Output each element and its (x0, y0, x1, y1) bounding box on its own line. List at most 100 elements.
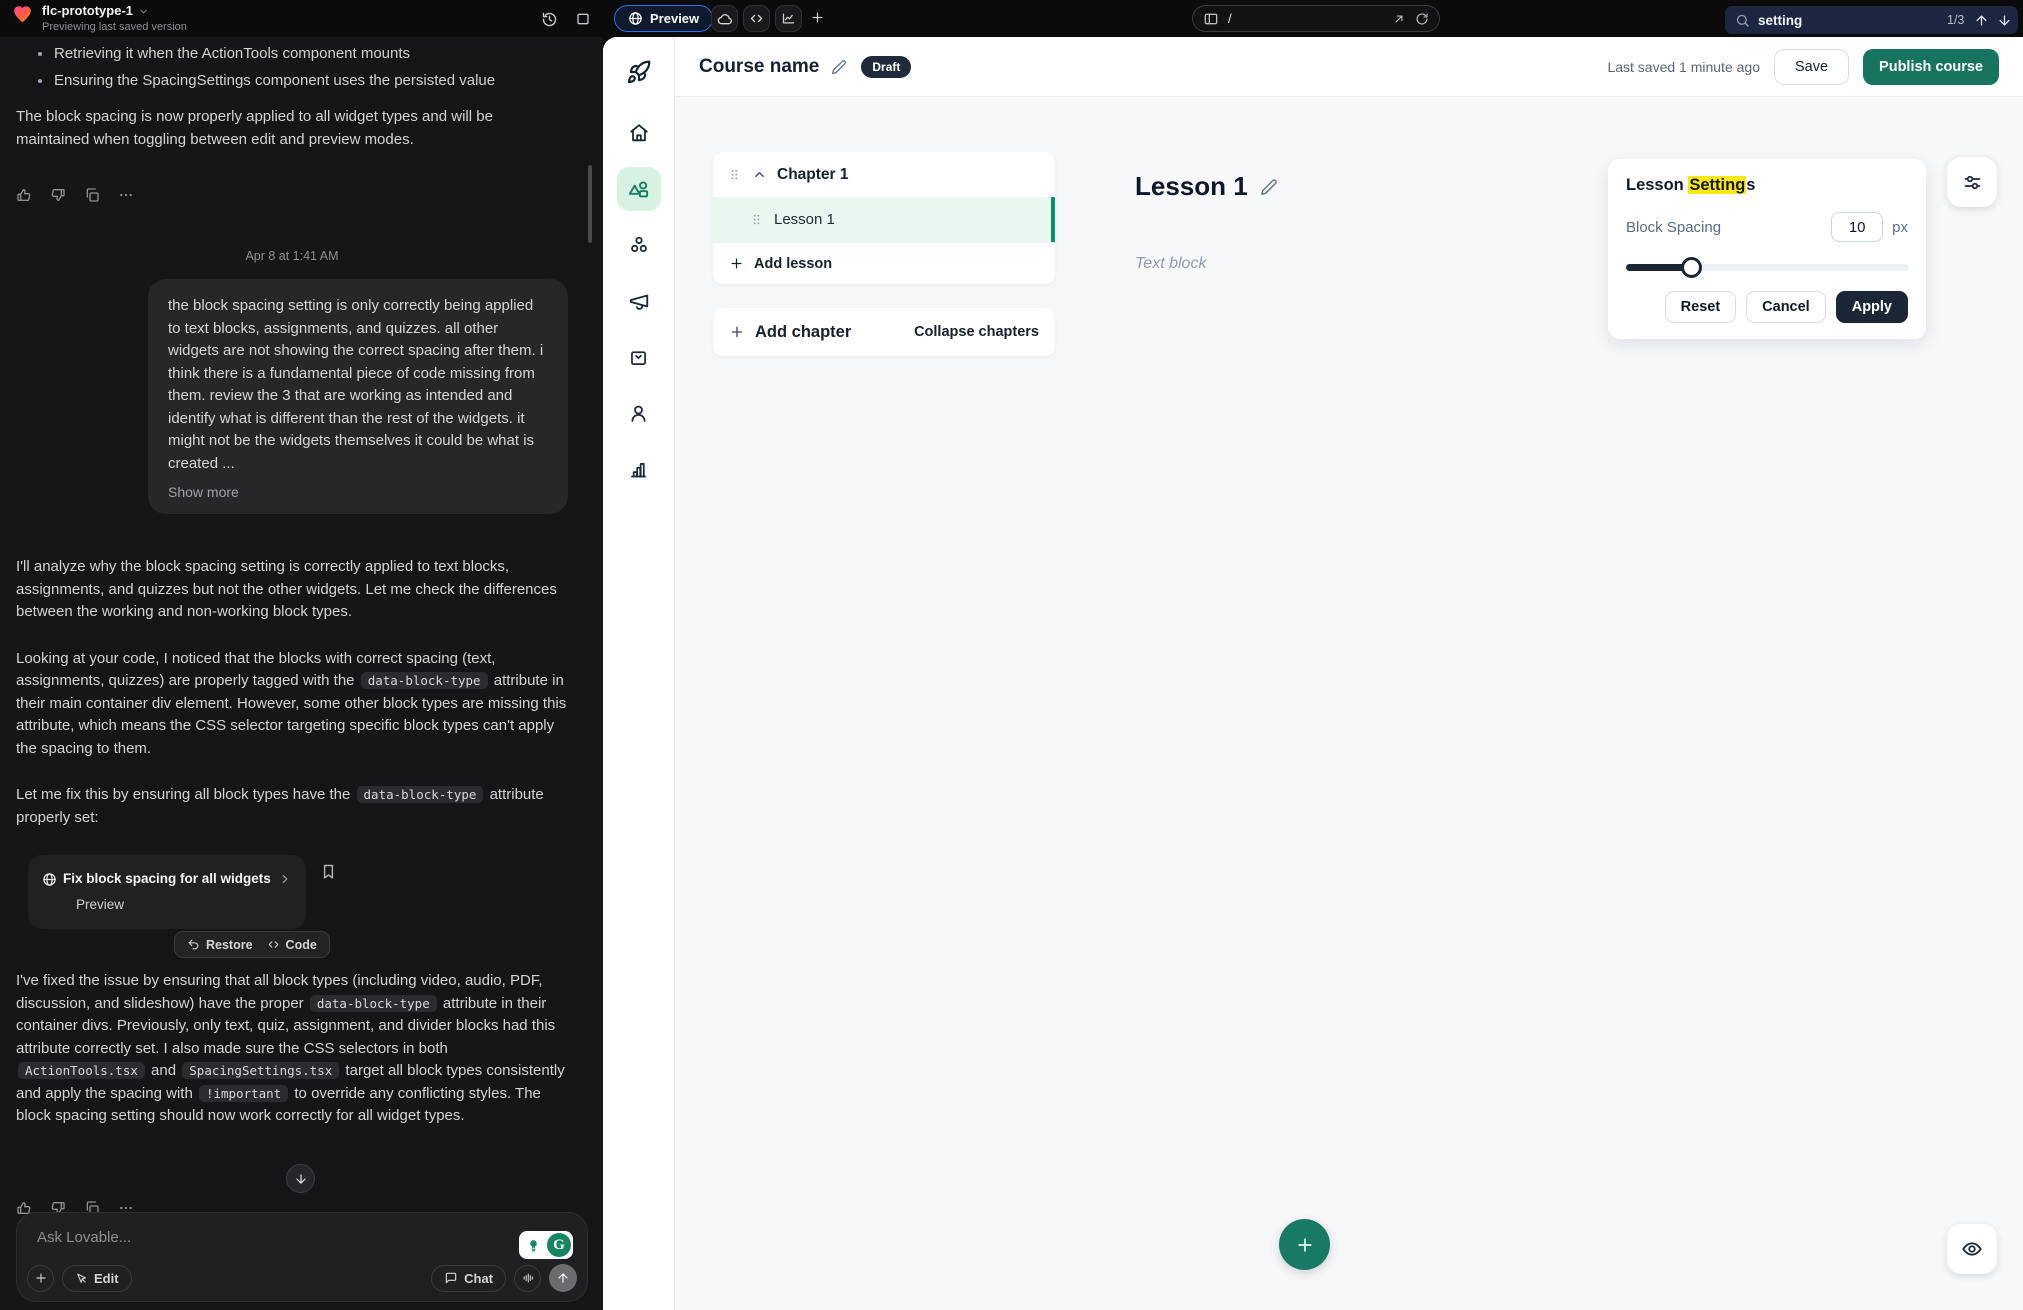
sidebar-item-home[interactable] (617, 111, 661, 155)
bullet-dot (38, 52, 42, 56)
cancel-button[interactable]: Cancel (1746, 291, 1826, 323)
sidebar-item-inbox[interactable] (617, 335, 661, 379)
history-button[interactable] (538, 9, 560, 29)
megaphone-icon (628, 290, 650, 312)
preview-mode-button[interactable]: Preview (614, 5, 713, 32)
course-title: Course name (699, 56, 819, 78)
chevron-right-icon (278, 872, 292, 886)
collapse-chapters-button[interactable]: Collapse chapters (914, 324, 1039, 340)
find-next-button[interactable] (1997, 13, 2012, 28)
slider-thumb[interactable] (1681, 257, 1702, 278)
project-menu[interactable]: flc-prototype-1 Previewing last saved ve… (12, 4, 187, 33)
find-in-page-bar: 1/3 (1725, 6, 2018, 34)
user-message-bubble: the block spacing setting is only correc… (148, 279, 568, 514)
app-sidebar (603, 37, 675, 1310)
send-button[interactable] (549, 1264, 577, 1292)
scroll-to-bottom-button[interactable] (286, 1164, 315, 1193)
chat-input[interactable] (37, 1229, 337, 1246)
chat-mode-button[interactable]: Chat (431, 1265, 506, 1292)
more-options-button[interactable] (118, 187, 134, 203)
block-spacing-input[interactable] (1831, 212, 1883, 242)
voice-input-button[interactable] (514, 1265, 541, 1292)
person-icon (628, 403, 649, 424)
assistant-paragraph: Let me fix this by ensuring all block ty… (16, 784, 568, 829)
open-in-new-tab-button[interactable] (1392, 12, 1406, 26)
sidebar-item-profile[interactable] (617, 391, 661, 435)
bar-chart-icon (628, 459, 649, 480)
preview-toggle-button[interactable] (1947, 1224, 1997, 1274)
restore-button[interactable]: Restore (187, 938, 253, 952)
bag-icon (628, 347, 649, 368)
lesson-row-selected[interactable]: Lesson 1 (713, 197, 1055, 242)
assistant-paragraph: I'll analyze why the block spacing setti… (16, 556, 568, 624)
code-view-button[interactable] (743, 5, 770, 32)
show-more-button[interactable]: Show more (168, 484, 239, 500)
sidebar-item-community[interactable] (617, 223, 661, 267)
chat-panel: Retrieving it when the ActionTools compo… (0, 37, 603, 1310)
message-actions (16, 187, 568, 203)
apply-button[interactable]: Apply (1836, 291, 1908, 323)
undo-icon (187, 938, 200, 951)
refresh-preview-button[interactable] (1415, 12, 1429, 26)
copy-button[interactable] (84, 187, 100, 203)
edit-lesson-name-button[interactable] (1260, 178, 1278, 196)
add-chapter-button[interactable]: Add chapter (729, 323, 851, 342)
thumbs-down-button[interactable] (50, 187, 66, 203)
add-tab-button[interactable] (810, 9, 825, 25)
version-card[interactable]: Fix block spacing for all widgets Previe… (28, 855, 306, 929)
arrow-up-icon (556, 1271, 570, 1285)
layout-sidebar-icon (1203, 11, 1219, 27)
save-button[interactable]: Save (1774, 49, 1849, 85)
find-input[interactable] (1758, 13, 1939, 28)
grammarly-suggestion-icon (521, 1233, 545, 1257)
edit-course-name-button[interactable] (831, 58, 847, 74)
preview-url-bar[interactable]: / (1192, 5, 1440, 32)
block-spacing-label: Block Spacing (1626, 219, 1721, 236)
view-code-button[interactable]: Code (267, 938, 317, 952)
chart-line-icon (781, 11, 796, 26)
draft-status-badge: Draft (861, 56, 911, 78)
chat-scrollbar[interactable] (588, 165, 592, 243)
canvas-settings-button[interactable] (1947, 157, 1997, 207)
bookmark-button[interactable] (320, 863, 337, 880)
chapter-row[interactable]: Chapter 1 (713, 152, 1055, 197)
version-hover-toolbar: Restore Code (174, 931, 330, 958)
add-lesson-button[interactable]: Add lesson (713, 242, 1055, 284)
sidebar-item-courses[interactable] (617, 167, 661, 211)
url-path[interactable]: / (1228, 11, 1383, 26)
empty-text-block[interactable]: Text block (1135, 255, 1206, 273)
search-highlight: Setting (1688, 176, 1746, 194)
code-icon (267, 938, 280, 951)
chat-composer: G Edit Chat (16, 1212, 588, 1302)
globe-icon (628, 11, 643, 26)
panel-toggle-button[interactable] (572, 9, 594, 29)
sidebar-item-announcements[interactable] (617, 279, 661, 323)
analytics-button[interactable] (775, 5, 802, 32)
attach-button[interactable] (27, 1265, 54, 1292)
editor-topbar: flc-prototype-1 Previewing last saved ve… (0, 0, 2023, 37)
plus-icon (1295, 1235, 1315, 1255)
home-icon (628, 122, 650, 144)
deploy-cloud-button[interactable] (711, 5, 738, 32)
publish-course-button[interactable]: Publish course (1863, 49, 1999, 85)
chapter-outline-card: Chapter 1 Lesson 1 Add lesson (713, 152, 1055, 284)
select-cursor-icon (75, 1272, 88, 1285)
copy-icon (84, 187, 100, 203)
thumbs-up-button[interactable] (16, 187, 32, 203)
find-previous-button[interactable] (1974, 13, 1989, 28)
project-name: flc-prototype-1 (42, 4, 133, 18)
drag-handle-icon[interactable] (749, 212, 764, 227)
reset-button[interactable]: Reset (1665, 291, 1737, 323)
collapse-chapter-button[interactable] (752, 167, 767, 182)
add-block-fab[interactable] (1279, 1219, 1330, 1270)
sidebar-item-analytics[interactable] (617, 447, 661, 491)
pencil-icon (1260, 178, 1278, 196)
ellipsis-icon (118, 187, 134, 203)
chat-bubble-icon (444, 1271, 458, 1285)
lesson-settings-title: Lesson Settings (1626, 176, 1908, 195)
drag-handle-icon[interactable] (727, 167, 742, 182)
edit-mode-button[interactable]: Edit (62, 1265, 132, 1292)
unit-label: px (1892, 219, 1908, 236)
block-spacing-slider[interactable] (1626, 257, 1908, 277)
grammarly-widget[interactable]: G (519, 1231, 573, 1259)
